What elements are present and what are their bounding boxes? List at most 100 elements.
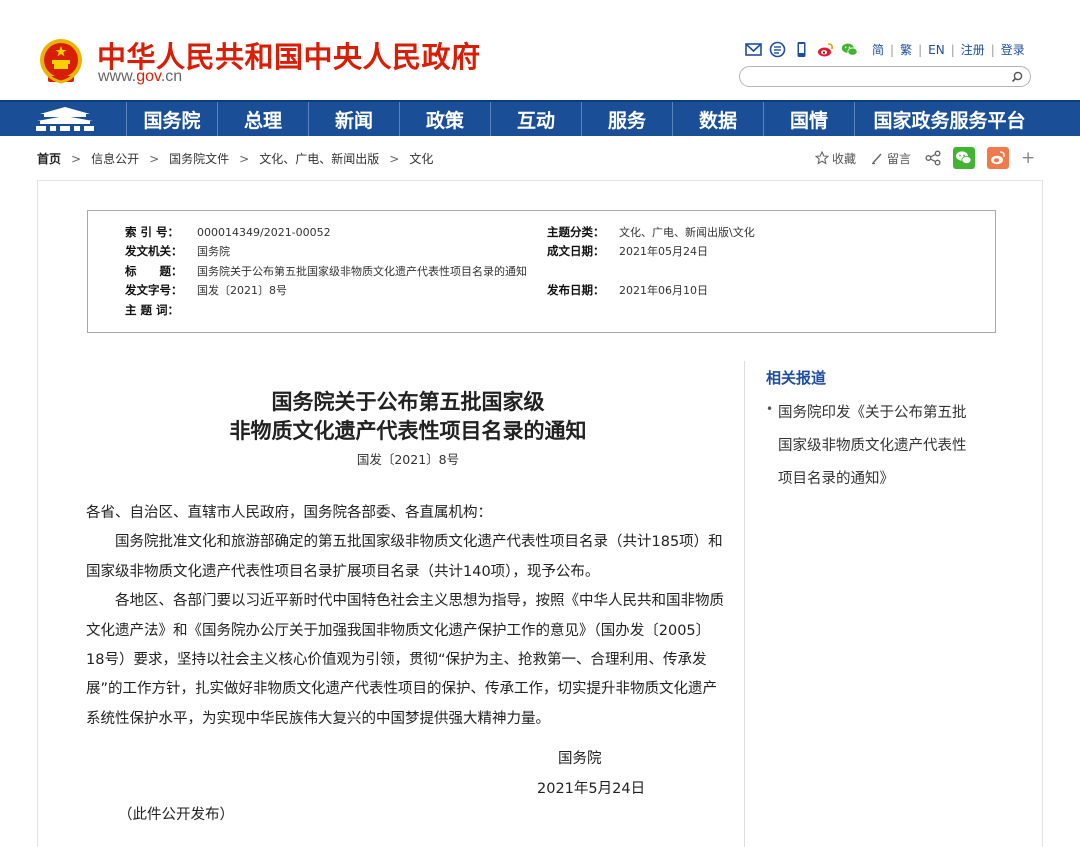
- link-register[interactable]: 注册: [961, 41, 985, 58]
- nav-item[interactable]: 国情: [763, 102, 854, 136]
- top-tools: [745, 40, 858, 58]
- info-value: 2021年06月10日: [619, 284, 708, 297]
- search-box: [739, 66, 1031, 87]
- wechat-icon[interactable]: [841, 41, 858, 58]
- breadcrumb: 首页 > 信息公开 > 国务院文件 > 文化、广电、新闻出版 > 文化: [37, 150, 433, 167]
- wechat-share-icon: [956, 151, 972, 164]
- nav-item[interactable]: 国务院: [126, 102, 217, 136]
- info-value: 国务院: [197, 245, 230, 258]
- signature-org: 国务院: [558, 751, 602, 767]
- public-note: （此件公开发布）: [118, 807, 234, 823]
- info-published: 发布日期： 2021年06月10日: [547, 281, 708, 299]
- nav-item[interactable]: 国家政务服务平台: [854, 102, 1044, 136]
- star-icon: [815, 151, 829, 165]
- info-label: 发文机关：: [125, 244, 183, 258]
- nav-item[interactable]: 政策: [399, 102, 490, 136]
- breadcrumb-arrow: >: [149, 151, 160, 166]
- info-label: 发布日期：: [547, 283, 605, 297]
- info-title: 标 题： 国务院关于公布第五批国家级非物质文化遗产代表性项目名录的通知: [125, 262, 527, 280]
- related-item[interactable]: 国务院印发《关于公布第五批 国家级非物质文化遗产代表性 项目名录的通知》: [766, 393, 996, 496]
- breadcrumb-bar: 首页 > 信息公开 > 国务院文件 > 文化、广电、新闻出版 > 文化 收藏 留…: [0, 136, 1080, 180]
- info-value: 2021年05月24日: [619, 245, 708, 258]
- favorite-label: 收藏: [832, 151, 857, 166]
- mobile-icon[interactable]: [793, 41, 810, 58]
- article-body: 各省、自治区、直辖市人民政府，国务院各部委、各直属机构： 国务院批准文化和旅游部…: [86, 499, 726, 734]
- weibo-share-button[interactable]: [987, 147, 1010, 169]
- article-paragraph: 国务院批准文化和旅游部确定的第五批国家级非物质文化遗产代表性项目名录（共计185…: [86, 534, 723, 580]
- mail-icon[interactable]: [745, 41, 762, 58]
- link-separator: |: [890, 42, 895, 57]
- nav-item[interactable]: 总理: [217, 102, 308, 136]
- article-title-line1: 国务院关于公布第五批国家级: [271, 389, 545, 414]
- link-separator: |: [918, 42, 923, 57]
- sidebar-title: 相关报道: [766, 369, 827, 387]
- breadcrumb-item[interactable]: 信息公开: [91, 150, 139, 167]
- info-topic: 主题分类： 文化、广电、新闻出版\文化: [547, 223, 755, 241]
- article-title-line2: 非物质文化遗产代表性项目名录的通知: [229, 418, 587, 443]
- related-list: 国务院印发《关于公布第五批 国家级非物质文化遗产代表性 项目名录的通知》: [766, 393, 996, 496]
- link-traditional[interactable]: 繁: [900, 41, 912, 58]
- site-url-suffix: .cn: [160, 68, 183, 85]
- wechat-share-button[interactable]: [953, 147, 976, 169]
- related-item-line: 国家级非物质文化遗产代表性: [778, 438, 967, 454]
- search-input[interactable]: [750, 69, 1000, 84]
- info-label: 主题分类：: [547, 225, 605, 239]
- top-links: 简 | 繁 | EN | 注册 | 登录: [872, 41, 1025, 58]
- site-url-domain: gov: [136, 68, 161, 85]
- site-url-prefix: www.: [98, 68, 137, 85]
- article-salutation: 各省、自治区、直辖市人民政府，国务院各部委、各直属机构：: [86, 505, 492, 521]
- info-docno: 发文字号： 国发〔2021〕8号: [125, 281, 287, 299]
- info-value: 国务院关于公布第五批国家级非物质文化遗产代表性项目名录的通知: [197, 265, 527, 278]
- related-item-line: 项目名录的通知》: [778, 471, 894, 487]
- comment-button[interactable]: 留言: [870, 150, 911, 167]
- related-item-line: 国务院印发《关于公布第五批: [778, 405, 967, 421]
- info-value: 文化、广电、新闻出版\文化: [619, 226, 755, 239]
- info-created: 成文日期： 2021年05月24日: [547, 242, 708, 260]
- site-url[interactable]: www.gov.cn: [98, 68, 182, 86]
- link-login[interactable]: 登录: [1001, 41, 1025, 58]
- nav-item[interactable]: 服务: [581, 102, 672, 136]
- more-share-button[interactable]: +: [1021, 148, 1035, 168]
- info-label: 成文日期：: [547, 244, 605, 258]
- info-value: 国发〔2021〕8号: [197, 284, 287, 297]
- info-index: 索 引 号： 000014349/2021-00052: [125, 223, 331, 241]
- breadcrumb-item[interactable]: 国务院文件: [169, 150, 229, 167]
- sidebar-divider: [744, 361, 745, 847]
- link-english[interactable]: EN: [928, 43, 945, 57]
- signature-date: 2021年5月24日: [537, 781, 646, 797]
- breadcrumb-item[interactable]: 文化、广电、新闻出版: [259, 150, 379, 167]
- comment-label: 留言: [887, 151, 912, 166]
- nav-item[interactable]: 互动: [490, 102, 581, 136]
- info-issuer: 发文机关： 国务院: [125, 242, 230, 260]
- nav-item[interactable]: 新闻: [308, 102, 399, 136]
- nav-items: 国务院 总理 新闻 政策 互动 服务 数据 国情 国家政务服务平台: [126, 102, 1044, 136]
- info-value: 000014349/2021-00052: [197, 225, 331, 239]
- breadcrumb-home[interactable]: 首页: [37, 150, 61, 167]
- tiananmen-icon[interactable]: [34, 105, 96, 133]
- info-label: 标 题：: [125, 264, 183, 278]
- pencil-icon: [872, 153, 882, 165]
- link-separator: |: [950, 42, 955, 57]
- favorite-button[interactable]: 收藏: [815, 150, 856, 167]
- nav-item[interactable]: 数据: [672, 102, 763, 136]
- national-emblem-icon[interactable]: [38, 36, 84, 86]
- main-nav: 国务院 总理 新闻 政策 互动 服务 数据 国情 国家政务服务平台: [0, 100, 1080, 136]
- content-frame: 索 引 号： 000014349/2021-00052 主题分类： 文化、广电、…: [37, 180, 1043, 847]
- link-separator: |: [990, 42, 995, 57]
- share-tools: 收藏 留言 +: [815, 147, 1035, 169]
- breadcrumb-arrow: >: [389, 151, 400, 166]
- link-simplified[interactable]: 简: [872, 41, 884, 58]
- info-label: 主 题 词：: [125, 303, 180, 317]
- rss-icon[interactable]: [769, 41, 786, 58]
- weibo-share-icon: [991, 151, 1005, 165]
- share-icon[interactable]: [925, 150, 941, 166]
- breadcrumb-arrow: >: [71, 151, 82, 166]
- breadcrumb-arrow: >: [239, 151, 250, 166]
- document-info-table: 索 引 号： 000014349/2021-00052 主题分类： 文化、广电、…: [87, 210, 996, 333]
- article-doc-number: 国发〔2021〕8号: [356, 452, 460, 467]
- search-icon[interactable]: [1010, 70, 1024, 84]
- article-paragraph: 各地区、各部门要以习近平新时代中国特色社会主义思想为指导，按照《中华人民共和国非…: [86, 593, 724, 727]
- info-label: 索 引 号：: [125, 225, 180, 239]
- breadcrumb-item[interactable]: 文化: [409, 150, 433, 167]
- weibo-icon[interactable]: [817, 41, 834, 58]
